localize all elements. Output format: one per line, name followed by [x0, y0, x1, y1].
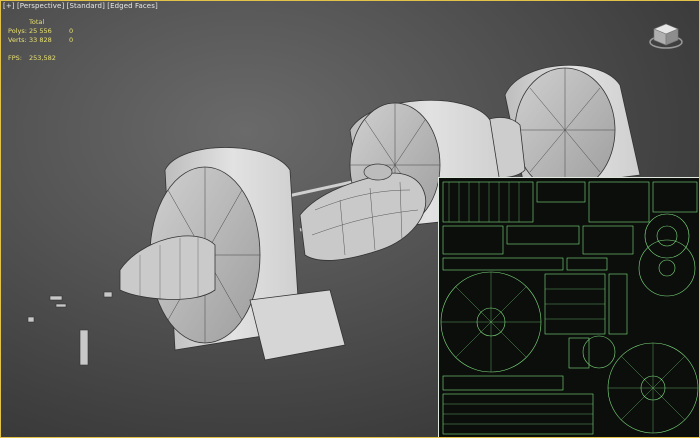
fps-value: 253,582	[29, 54, 56, 62]
viewport-shading-menu[interactable]: [Standard]	[67, 2, 105, 10]
stats-header: Total	[29, 18, 45, 26]
polys-label: Polys:	[8, 27, 27, 35]
stats-verts-row: Verts: 33 828 0	[8, 36, 73, 45]
perspective-viewport[interactable]: [+] [Perspective] [Standard] [Edged Face…	[0, 0, 700, 438]
statistics-overlay: Total Polys: 25 556 0 Verts: 33 828 0 FP…	[8, 18, 73, 63]
polys-selected: 0	[69, 27, 74, 35]
fps-label: FPS:	[8, 54, 22, 62]
stats-fps-row: FPS: 253,582	[8, 54, 73, 63]
verts-total: 33 828	[29, 36, 52, 44]
viewport-view-menu[interactable]: [Perspective]	[17, 2, 64, 10]
viewport-label-menu[interactable]: [+] [Perspective] [Standard] [Edged Face…	[3, 2, 158, 10]
verts-label: Verts:	[8, 36, 27, 44]
viewport-plus-menu[interactable]: [+]	[3, 2, 15, 10]
loose-parts	[27, 291, 113, 366]
rear-disk-assembly	[479, 64, 641, 193]
verts-selected: 0	[69, 36, 74, 44]
viewport-edges-menu[interactable]: [Edged Faces]	[107, 2, 158, 10]
polys-total: 25 556	[29, 27, 52, 35]
uv-layout-overlay	[438, 177, 700, 438]
stats-polys-row: Polys: 25 556 0	[8, 27, 73, 36]
viewcube-icon[interactable]	[648, 20, 684, 50]
